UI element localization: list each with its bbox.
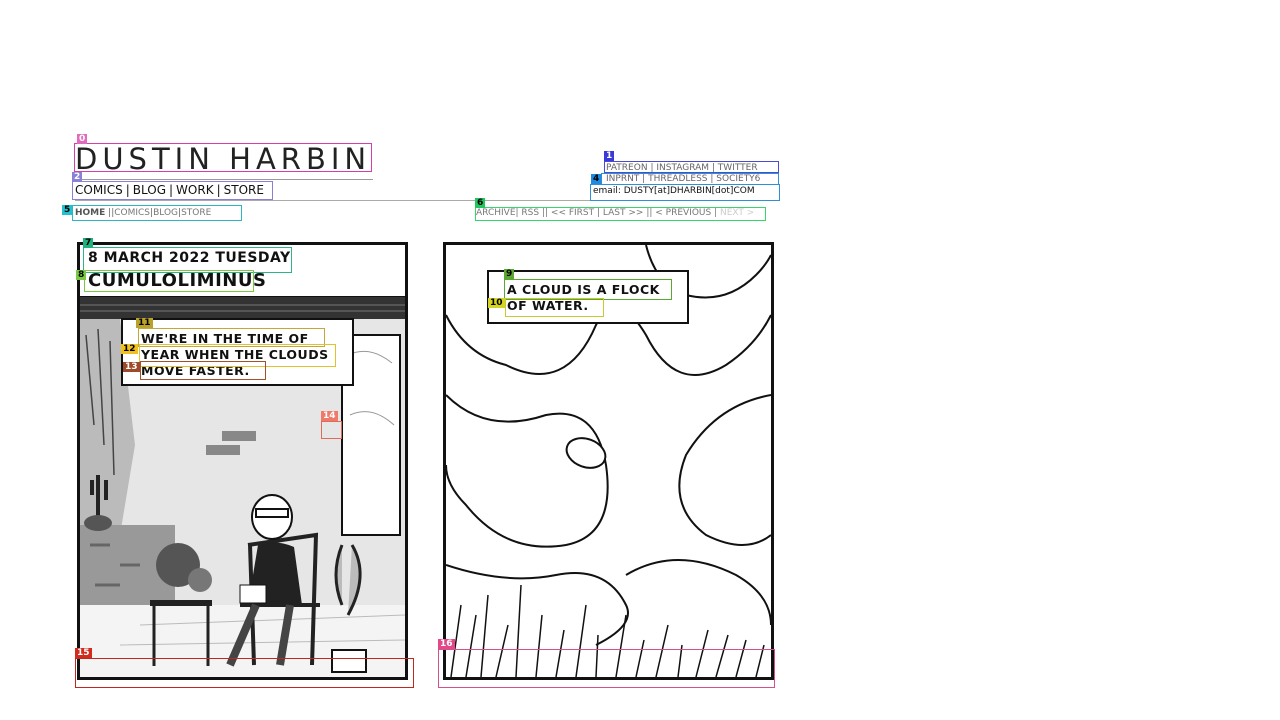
overlay-box-1: [604, 161, 779, 173]
overlay-tag-0: 0: [77, 134, 88, 144]
overlay-tag-11: 11: [136, 318, 153, 328]
overlay-box-8: [84, 270, 254, 292]
comic-panel-left: [77, 242, 408, 680]
overlay-tag-7: 7: [83, 238, 94, 248]
overlay-box-14: [321, 421, 342, 439]
overlay-box-0: [74, 143, 372, 172]
overlay-tag-15: 15: [75, 648, 92, 658]
overlay-tag-16: 16: [438, 639, 455, 649]
overlay-box-13: [140, 361, 266, 380]
porch-scene-illustration: [80, 296, 405, 677]
overlay-box-16: [438, 649, 775, 688]
title-underline: [75, 179, 373, 180]
overlay-box-2: [72, 181, 273, 200]
overlay-tag-5: 5: [62, 205, 73, 215]
overlay-tag-12: 12: [121, 344, 138, 354]
overlay-tag-8: 8: [76, 270, 87, 280]
overlay-tag-6: 6: [475, 198, 486, 208]
overlay-tag-13: 13: [123, 362, 140, 372]
overlay-box-6: [475, 207, 766, 221]
overlay-box-15: [75, 658, 414, 688]
overlay-tag-10: 10: [488, 298, 505, 308]
overlay-tag-1: 1: [604, 151, 615, 161]
overlay-box-4b: [590, 184, 780, 201]
overlay-box-9: [504, 279, 672, 300]
overlay-tag-9: 9: [504, 269, 515, 279]
overlay-tag-4: 4: [591, 174, 602, 184]
overlay-tag-2: 2: [72, 172, 83, 182]
overlay-tag-14: 14: [321, 411, 338, 421]
overlay-box-10: [505, 298, 604, 317]
overlay-box-5: [72, 205, 242, 221]
